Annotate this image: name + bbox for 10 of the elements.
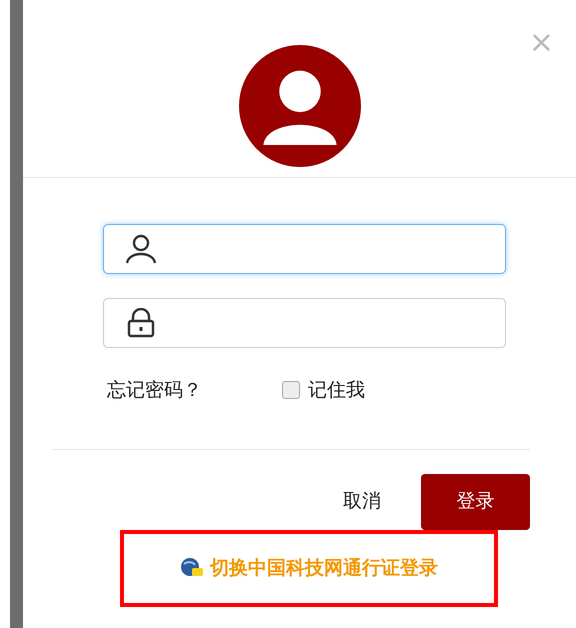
globe-icon [180, 557, 204, 579]
input-field[interactable] [103, 298, 506, 348]
login-button[interactable]: 登录 [421, 474, 530, 530]
checkbox[interactable] [282, 381, 300, 400]
forgot-password-link[interactable]: 忘记密码？ [107, 376, 202, 404]
avatar-icon [238, 45, 360, 167]
input-field[interactable] [103, 224, 506, 274]
user-icon [124, 234, 158, 264]
remember-label: 记住我 [308, 378, 365, 403]
cancel-button[interactable]: 取消 [343, 487, 381, 516]
